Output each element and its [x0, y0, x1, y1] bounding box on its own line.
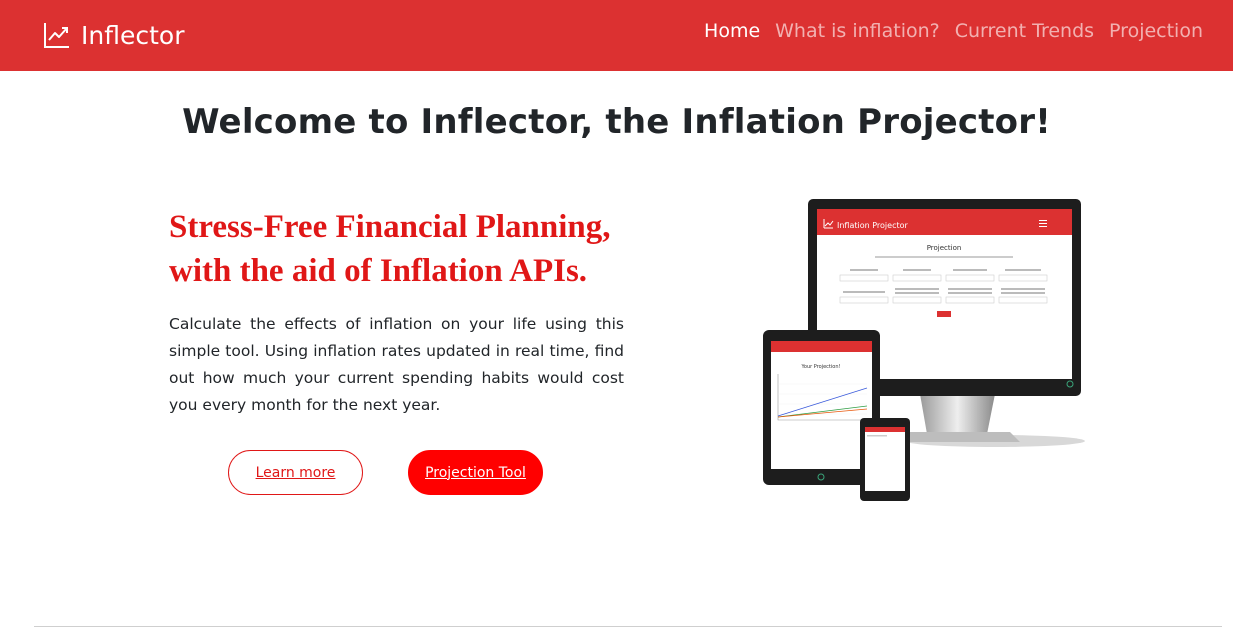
main-nav: Home What is inflation? Current Trends P…	[689, 20, 1203, 42]
hero-heading-line-1: Stress-Free Financial Planning,	[169, 209, 611, 245]
brand-name: Inflector	[81, 20, 185, 50]
trend-up-icon	[44, 23, 69, 48]
section-divider	[34, 626, 1222, 627]
device-mockup-image: Inflation Projector Projection Your Proj…	[763, 199, 1085, 501]
brand-link[interactable]: Inflector	[43, 18, 184, 52]
hero-description: Calculate the effects of inflation on yo…	[169, 315, 624, 414]
nav-link-current-trends[interactable]: Current Trends	[955, 20, 1094, 42]
hero-heading: Stress-Free Financial Planning, with the…	[169, 205, 639, 293]
nav-link-what-is-inflation[interactable]: What is inflation?	[775, 20, 940, 42]
top-navbar: Inflector Home What is inflation? Curren…	[0, 0, 1233, 71]
hero-heading-line-2: with the aid of Inflation APIs.	[169, 253, 588, 289]
page-title: Welcome to Inflector, the Inflation Proj…	[182, 102, 1051, 142]
mockup-tablet-page-title: Your Projection!	[801, 364, 841, 370]
nav-link-home[interactable]: Home	[704, 20, 760, 42]
mockup-monitor-app-title: Inflation Projector	[837, 221, 909, 230]
nav-link-projection[interactable]: Projection	[1109, 20, 1203, 42]
mockup-monitor-page-title: Projection	[927, 244, 962, 252]
learn-more-button[interactable]: Learn more	[228, 450, 363, 495]
projection-tool-button[interactable]: Projection Tool	[408, 450, 543, 495]
